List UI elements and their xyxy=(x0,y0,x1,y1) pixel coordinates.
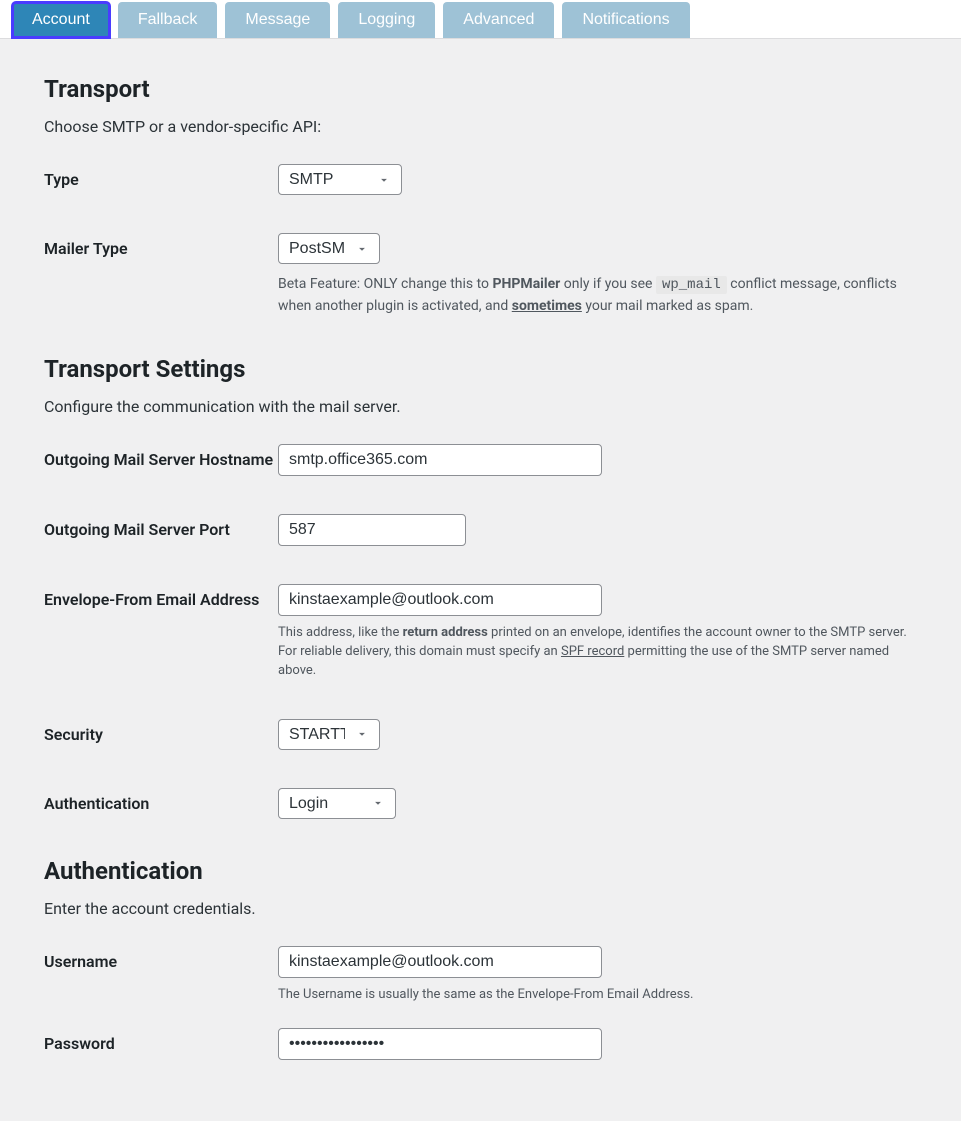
tab-notifications[interactable]: Notifications xyxy=(562,2,689,38)
password-input[interactable] xyxy=(278,1028,602,1060)
envelope-input[interactable] xyxy=(278,584,602,616)
mailer-type-desc: Beta Feature: ONLY change this to PHPMai… xyxy=(278,274,917,317)
port-label: Outgoing Mail Server Port xyxy=(44,514,278,541)
username-label: Username xyxy=(44,946,278,973)
transport-settings-heading: Transport Settings xyxy=(44,355,917,383)
tab-advanced[interactable]: Advanced xyxy=(443,2,554,38)
type-select[interactable]: SMTP xyxy=(278,164,402,195)
auth-heading: Authentication xyxy=(44,857,917,885)
settings-tabs: Account Fallback Message Logging Advance… xyxy=(0,0,961,39)
transport-sub: Choose SMTP or a vendor-specific API: xyxy=(44,117,917,136)
password-label: Password xyxy=(44,1028,278,1055)
authentication-select[interactable]: Login xyxy=(278,788,396,819)
settings-panel: Transport Choose SMTP or a vendor-specif… xyxy=(0,39,961,1121)
port-input[interactable] xyxy=(278,514,466,546)
username-desc: The Username is usually the same as the … xyxy=(278,986,917,1005)
authentication-label: Authentication xyxy=(44,788,278,815)
hostname-label: Outgoing Mail Server Hostname xyxy=(44,444,278,471)
mailer-type-select[interactable]: PostSMTP xyxy=(278,233,380,264)
transport-settings-sub: Configure the communication with the mai… xyxy=(44,397,917,416)
security-select[interactable]: STARTTLS xyxy=(278,719,380,750)
envelope-desc: This address, like the return address pr… xyxy=(278,624,917,681)
tab-fallback[interactable]: Fallback xyxy=(118,2,218,38)
tab-account[interactable]: Account xyxy=(12,2,110,38)
hostname-input[interactable] xyxy=(278,444,602,476)
username-input[interactable] xyxy=(278,946,602,978)
tab-logging[interactable]: Logging xyxy=(338,2,435,38)
envelope-label: Envelope-From Email Address xyxy=(44,584,278,611)
tab-message[interactable]: Message xyxy=(225,2,330,38)
transport-heading: Transport xyxy=(44,75,917,103)
security-label: Security xyxy=(44,719,278,746)
auth-sub: Enter the account credentials. xyxy=(44,899,917,918)
type-label: Type xyxy=(44,164,278,191)
mailer-type-label: Mailer Type xyxy=(44,233,278,260)
